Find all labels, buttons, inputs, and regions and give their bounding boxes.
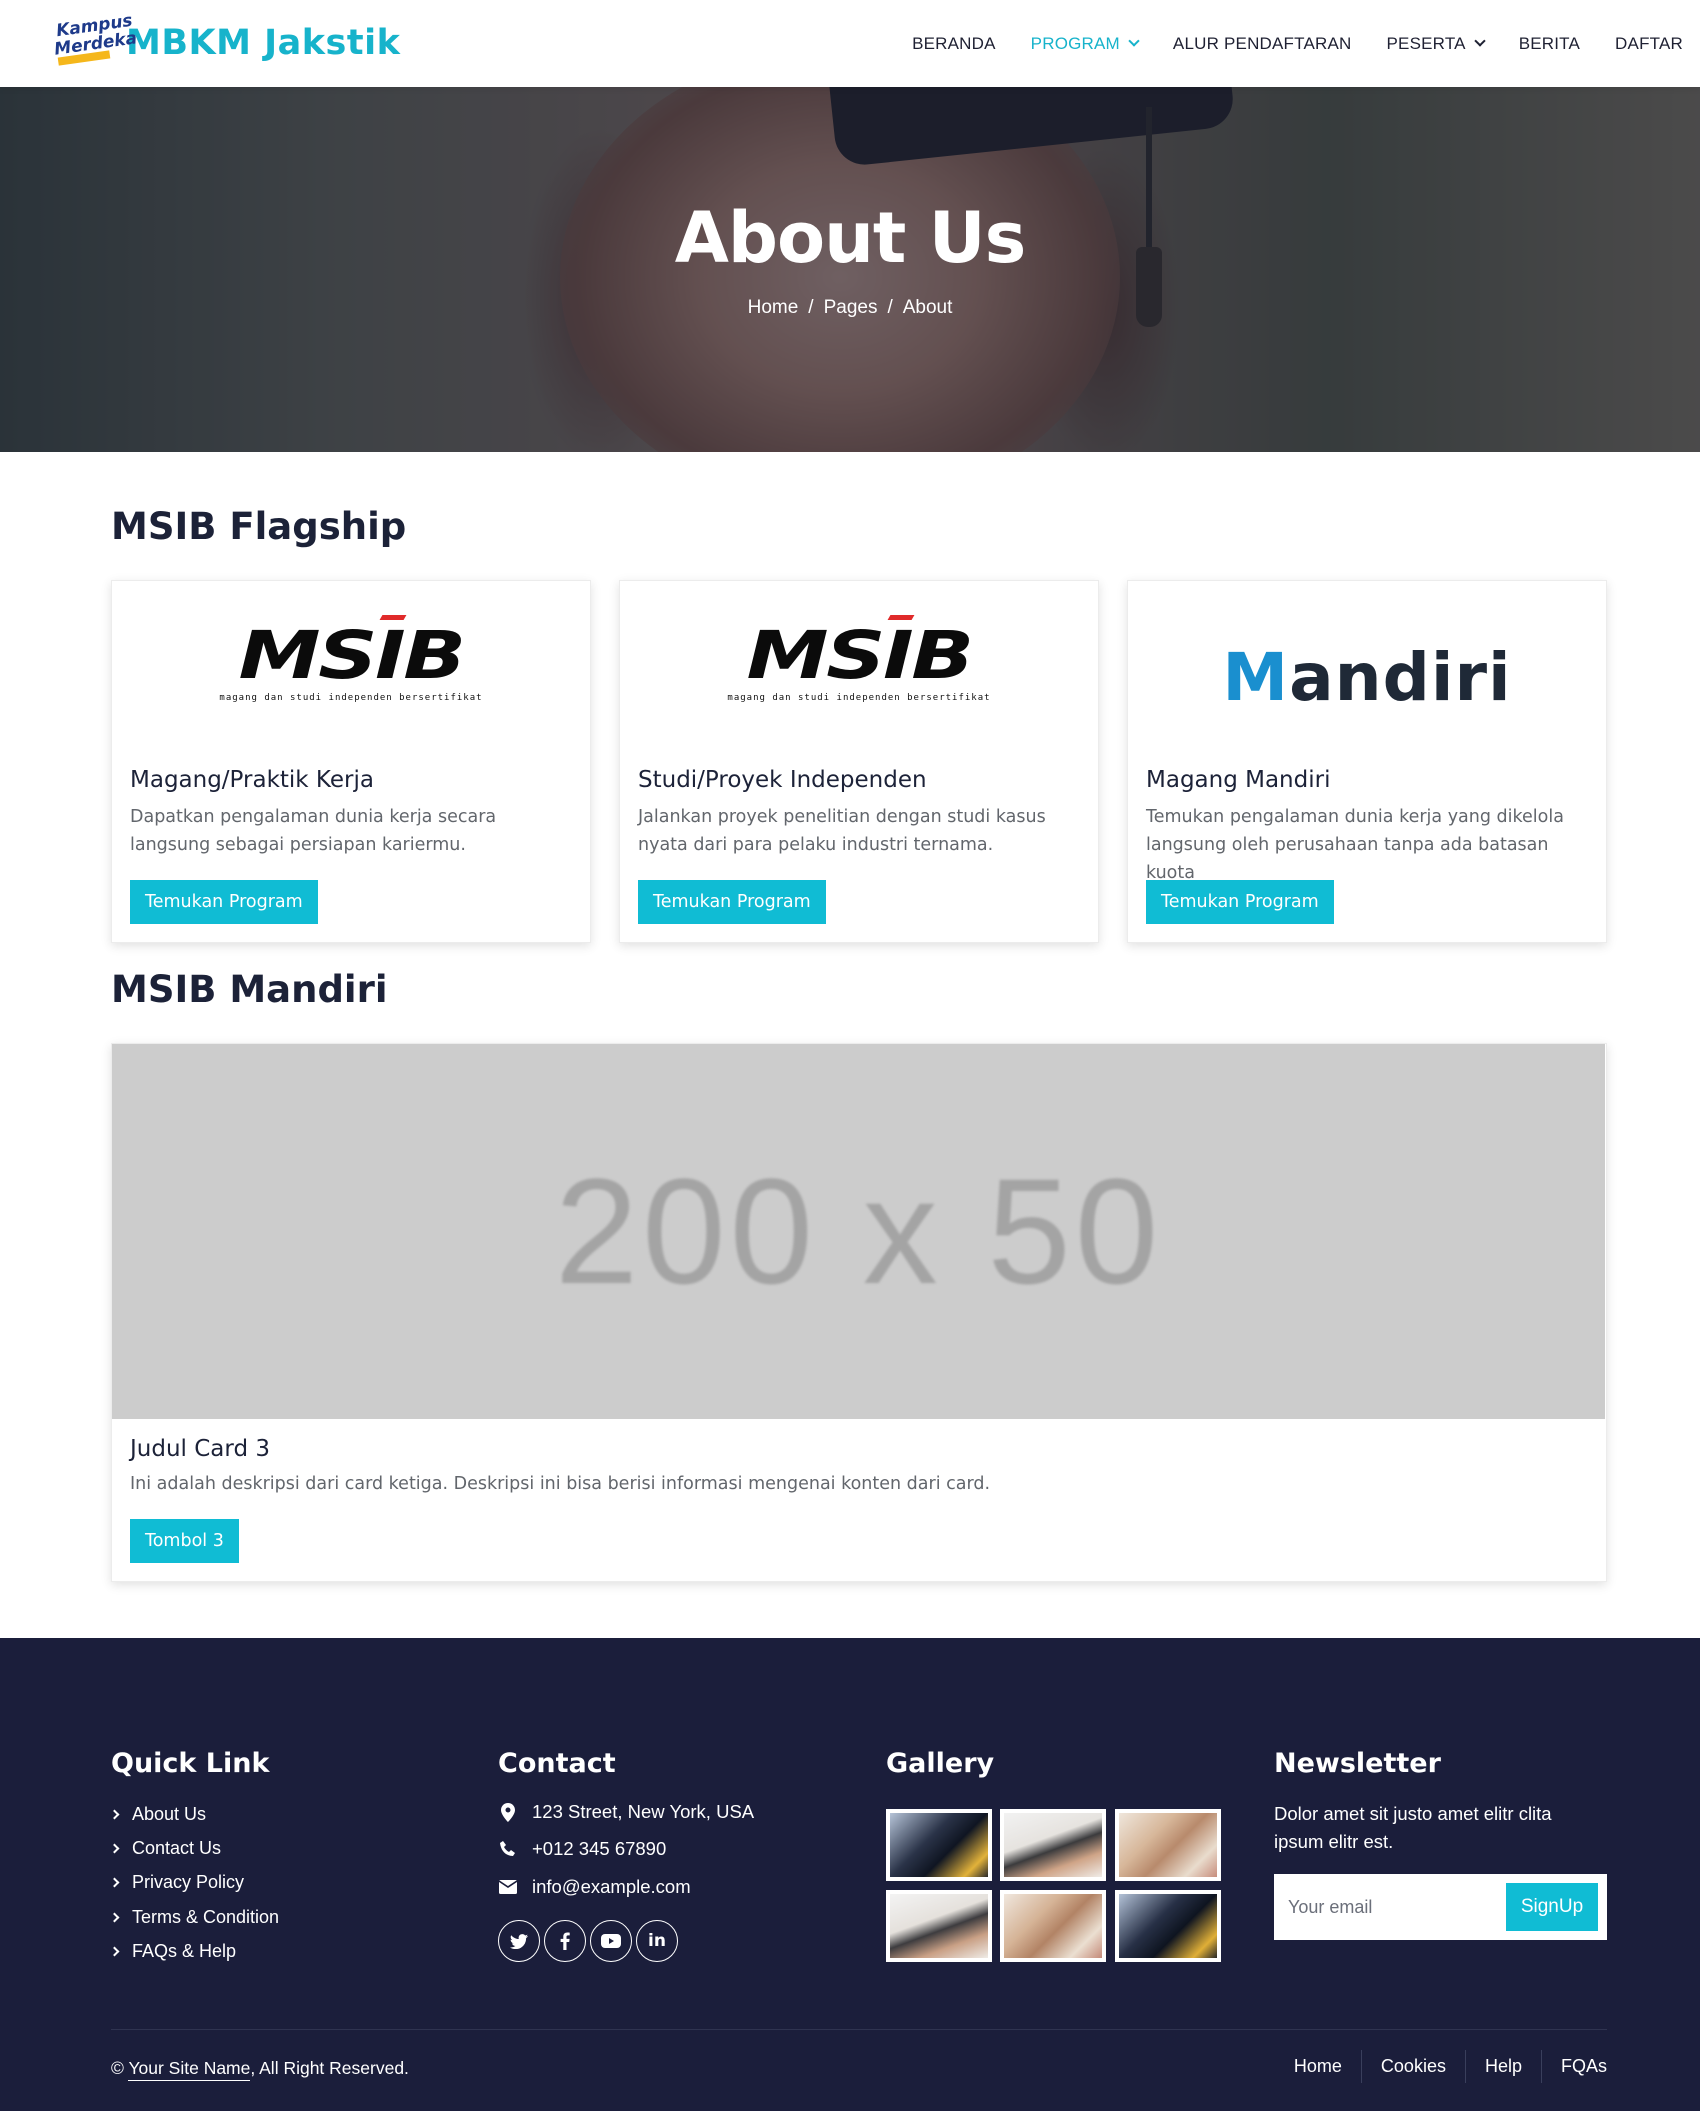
section-title-msib-flagship: MSIB Flagship [111,505,407,548]
breadcrumb-pages[interactable]: Pages [824,297,878,318]
hero-banner: About Us Home / Pages / About [0,87,1700,452]
msib-logo: MSIB magang dan studi independen bersert… [219,615,483,703]
card-title: Judul Card 3 [130,1436,270,1462]
card-title: Magang Mandiri [1146,767,1331,793]
footer-heading-gallery: Gallery [886,1748,995,1779]
facebook-icon[interactable] [544,1920,586,1962]
email-input[interactable] [1288,1890,1488,1924]
card-description: Dapatkan pengalaman dunia kerja secara l… [130,807,497,855]
card-title: Studi/Proyek Independen [638,767,927,793]
newsletter-form: SignUp [1274,1874,1607,1940]
chevron-right-icon [109,1912,120,1923]
gallery-image[interactable] [886,1809,992,1881]
footer-bottom-links: Home Cookies Help FQAs [1275,2050,1607,2083]
footer-divider [111,2029,1607,2030]
placeholder-image: 200 x 50 [112,1044,1605,1419]
footer-link-contact[interactable]: Contact Us [109,1838,221,1859]
msib-logo: MSIB magang dan studi independen bersert… [727,615,991,703]
signup-button[interactable]: SignUp [1506,1883,1598,1931]
newsletter-description: Dolor amet sit justo amet elitr clita ip… [1274,1803,1552,1852]
footer-heading-contact: Contact [498,1748,616,1779]
footer-bottom-link-help[interactable]: Help [1466,2050,1542,2083]
section-title-msib-mandiri: MSIB Mandiri [111,968,388,1011]
nav-item-alur-pendaftaran[interactable]: ALUR PENDAFTARAN [1173,34,1352,54]
breadcrumb: Home / Pages / About [747,297,953,318]
navbar: Kampus Merdeka MBKM Jakstik BERANDA PROG… [0,0,1700,87]
contact-address: 123 Street, New York, USA [498,1801,754,1823]
chevron-right-icon [109,1809,120,1820]
copyright: © Your Site Name, All Right Reserved. [111,2058,409,2081]
chevron-right-icon [109,1843,120,1854]
brand-name: MBKM Jakstik [126,23,401,63]
breadcrumb-home[interactable]: Home [748,297,799,318]
feature-card: 200 x 50 Judul Card 3 Ini adalah deskrip… [111,1043,1607,1582]
footer-link-terms[interactable]: Terms & Condition [109,1907,279,1928]
footer-bottom-link-home[interactable]: Home [1275,2050,1362,2083]
find-program-button[interactable]: Temukan Program [1146,880,1334,924]
youtube-icon[interactable] [590,1920,632,1962]
card-description: Ini adalah deskripsi dari card ketiga. D… [130,1474,991,1494]
map-marker-icon [498,1802,518,1822]
brand[interactable]: Kampus Merdeka MBKM Jakstik [53,11,401,70]
nav-item-berita[interactable]: BERITA [1519,34,1580,54]
chevron-right-icon [109,1946,120,1957]
nav-item-beranda[interactable]: BERANDA [912,34,996,54]
footer-bottom-link-cookies[interactable]: Cookies [1362,2050,1466,2083]
twitter-icon[interactable] [498,1920,540,1962]
nav-item-daftar[interactable]: DAFTAR [1615,34,1683,54]
gallery-image[interactable] [1115,1809,1221,1881]
gallery-image[interactable] [1115,1890,1221,1962]
contact-email[interactable]: info@example.com [498,1876,691,1898]
phone-icon [498,1839,518,1859]
gallery-image[interactable] [886,1890,992,1962]
nav-item-peserta[interactable]: PESERTA [1387,34,1486,54]
breadcrumb-about: About [902,297,953,318]
gallery-image[interactable] [1000,1890,1106,1962]
footer-link-faqs[interactable]: FAQs & Help [109,1941,236,1962]
card-description: Temukan pengalaman dunia kerja yang dike… [1146,807,1564,883]
tombol-3-button[interactable]: Tombol 3 [130,1519,239,1563]
page-title: About Us [674,197,1027,279]
chevron-down-icon [1474,35,1486,47]
chevron-right-icon [109,1877,120,1888]
footer-heading-newsletter: Newsletter [1274,1748,1441,1779]
nav-item-program[interactable]: PROGRAM [1031,34,1140,54]
card-description: Jalankan proyek penelitian dengan studi … [638,807,1046,855]
contact-phone[interactable]: +012 345 67890 [498,1838,666,1860]
kampus-merdeka-logo: Kampus Merdeka [53,11,138,70]
find-program-button[interactable]: Temukan Program [130,880,318,924]
site-name-link[interactable]: Your Site Name [128,2058,251,2081]
gallery-image[interactable] [1000,1809,1106,1881]
footer-bottom-link-fqas[interactable]: FQAs [1542,2050,1607,2083]
linkedin-icon[interactable]: in [636,1920,678,1962]
envelope-icon [498,1877,518,1897]
footer-link-about[interactable]: About Us [109,1804,206,1825]
program-card: MSIB magang dan studi independen bersert… [619,580,1099,943]
card-title: Magang/Praktik Kerja [130,767,374,793]
mandiri-logo: Mandiri [1222,639,1512,716]
program-card: Mandiri Magang Mandiri Temukan pengalama… [1127,580,1607,943]
find-program-button[interactable]: Temukan Program [638,880,826,924]
main-nav: BERANDA PROGRAM ALUR PENDAFTARAN PESERTA… [912,0,1700,87]
chevron-down-icon [1128,35,1140,47]
footer-heading-quick-link: Quick Link [111,1748,270,1779]
program-card: MSIB magang dan studi independen bersert… [111,580,591,943]
footer-link-privacy[interactable]: Privacy Policy [109,1872,244,1893]
